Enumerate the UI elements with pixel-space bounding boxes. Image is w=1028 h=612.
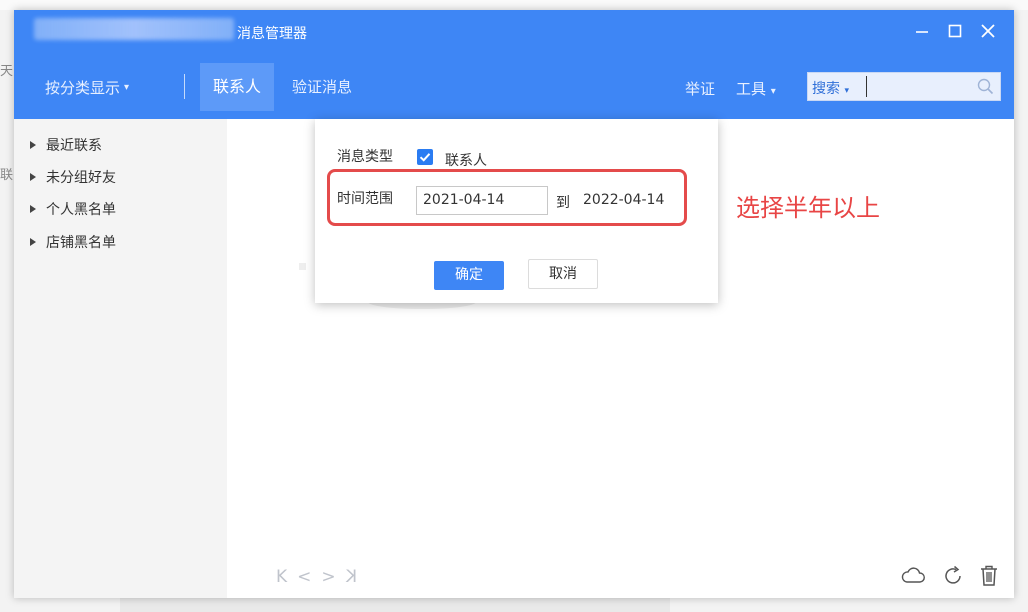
maximize-icon[interactable] xyxy=(944,20,966,42)
message-manager-window: 消息管理器 按分类显示 ▾ 联系人 验证消息 举证 工具 ▾ 搜索 ▾ 最近联系… xyxy=(14,10,1014,598)
tree-item-shop-blacklist[interactable]: 店铺黑名单 xyxy=(30,232,116,252)
prev-page-icon[interactable]: < xyxy=(297,567,311,587)
background-char: 联 xyxy=(0,168,14,183)
close-icon[interactable] xyxy=(977,20,999,42)
cancel-button[interactable]: 取消 xyxy=(528,259,598,289)
nav-bar: 按分类显示 ▾ 联系人 验证消息 举证 工具 ▾ 搜索 ▾ xyxy=(14,54,1014,119)
caret-right-icon xyxy=(30,141,36,149)
refresh-icon[interactable] xyxy=(940,563,966,589)
search-scope-label: 搜索 xyxy=(812,81,840,97)
search-input[interactable] xyxy=(866,76,974,97)
tree-item-recent[interactable]: 最近联系 xyxy=(30,135,102,155)
last-page-icon[interactable]: K xyxy=(346,567,357,587)
contacts-checkbox[interactable] xyxy=(417,149,433,165)
chevron-down-icon: ▾ xyxy=(844,86,849,96)
tree-item-label: 未分组好友 xyxy=(46,170,116,186)
blurred-account-name xyxy=(34,18,234,40)
tab-contacts[interactable]: 联系人 xyxy=(200,63,274,111)
minimize-icon[interactable] xyxy=(911,20,933,42)
chevron-down-icon: ▾ xyxy=(124,82,130,93)
caret-right-icon xyxy=(30,173,36,181)
next-page-icon[interactable]: > xyxy=(321,567,335,587)
tools-label: 工具 xyxy=(736,80,767,98)
search-box: 搜索 ▾ xyxy=(807,72,1001,101)
tree-item-label: 店铺黑名单 xyxy=(46,235,116,251)
confirm-button[interactable]: 确定 xyxy=(434,261,504,290)
tools-menu[interactable]: 工具 ▾ xyxy=(736,78,776,99)
pagination: K < > K xyxy=(276,567,357,587)
caret-right-icon xyxy=(30,205,36,213)
tab-verification-messages[interactable]: 验证消息 xyxy=(292,76,352,97)
tree-item-personal-blacklist[interactable]: 个人黑名单 xyxy=(30,199,116,219)
report-button[interactable]: 举证 xyxy=(685,78,715,99)
cloud-icon[interactable] xyxy=(900,563,926,589)
first-page-icon[interactable]: K xyxy=(276,567,287,587)
contacts-checkbox-label[interactable]: 联系人 xyxy=(445,150,487,170)
background-char: 天 xyxy=(0,64,14,79)
nav-divider xyxy=(184,74,185,99)
search-scope-dropdown[interactable]: 搜索 ▾ xyxy=(812,78,849,98)
title-bar: 消息管理器 xyxy=(14,10,1014,54)
trash-icon[interactable] xyxy=(976,563,1002,589)
group-by-category-dropdown[interactable]: 按分类显示 ▾ xyxy=(45,77,129,98)
tree-item-label: 最近联系 xyxy=(46,138,102,154)
background-bottom-strip xyxy=(120,598,670,612)
annotation-text: 选择半年以上 xyxy=(736,194,880,222)
chevron-down-icon: ▾ xyxy=(770,86,776,97)
time-range-highlight-box xyxy=(327,169,687,226)
window-title: 消息管理器 xyxy=(237,26,307,42)
tree-item-ungrouped[interactable]: 未分组好友 xyxy=(30,167,116,187)
tree-item-label: 个人黑名单 xyxy=(46,202,116,218)
background-top-strip xyxy=(0,0,1028,10)
group-by-label: 按分类显示 xyxy=(45,79,121,97)
search-icon[interactable] xyxy=(977,78,994,95)
message-type-label: 消息类型 xyxy=(337,149,393,165)
caret-right-icon xyxy=(30,238,36,246)
contact-tree: 最近联系 未分组好友 个人黑名单 店铺黑名单 xyxy=(14,119,227,598)
